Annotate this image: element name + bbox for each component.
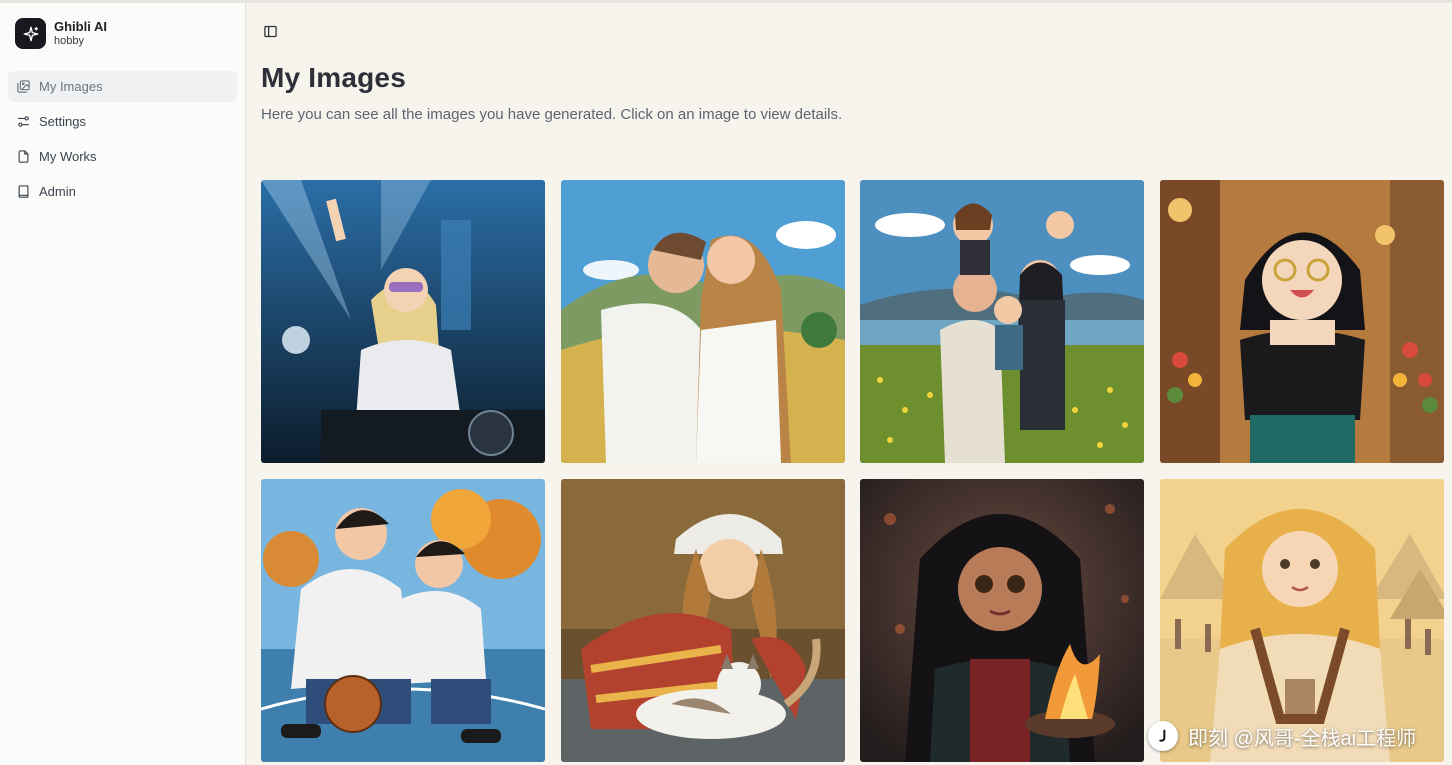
dj-image (261, 180, 545, 463)
panel-left-icon (264, 25, 277, 38)
watermark-text: 即刻 @风哥-全栈ai工程师 (1188, 727, 1417, 750)
glasses-girl-image (1159, 180, 1444, 463)
sidebar-item-label: Admin (39, 184, 76, 199)
sidebar-item-my-works[interactable]: My Works (8, 141, 237, 172)
jike-logo-icon (1148, 721, 1178, 751)
brand[interactable]: Ghibli AI hobby (15, 18, 107, 49)
watermark: 即刻 @风哥-全栈ai工程师 (1148, 721, 1416, 751)
sidebar: Ghibli AI hobby My Images Settings My Wo… (0, 3, 246, 765)
sidebar-item-settings[interactable]: Settings (8, 106, 237, 137)
image-grid (261, 180, 1444, 762)
image-card-family[interactable] (860, 180, 1144, 463)
page-title: My Images (261, 62, 406, 93)
sidebar-item-label: Settings (39, 114, 86, 129)
image-card-dj[interactable] (261, 180, 545, 463)
image-card-fire-girl[interactable] (860, 479, 1144, 762)
image-card-basketball-boys[interactable] (261, 479, 545, 762)
image-card-glasses-girl[interactable] (1159, 180, 1444, 463)
sidebar-toggle-button[interactable] (262, 23, 279, 40)
app-name: Ghibli AI (54, 19, 107, 34)
page-subtitle: Here you can see all the images you have… (261, 106, 843, 123)
sidebar-item-label: My Works (39, 149, 97, 164)
main-content: My Images Here you can see all the image… (246, 3, 1452, 765)
image-card-market-girl[interactable] (1159, 479, 1444, 762)
app-plan: hobby (54, 35, 84, 47)
image-card-couple[interactable] (560, 180, 845, 463)
sparkle-logo-icon (15, 18, 46, 49)
sidebar-item-label: My Images (39, 79, 103, 94)
cat-girl-image (560, 479, 845, 762)
family-image (860, 180, 1144, 463)
couple-image (560, 180, 845, 463)
fire-girl-image (860, 479, 1144, 762)
sliders-icon (17, 116, 30, 127)
images-icon (17, 80, 30, 93)
file-icon (18, 150, 29, 163)
sidebar-nav: My Images Settings My Works Admin (8, 71, 237, 211)
basketball-boys-image (261, 479, 545, 762)
market-girl-image (1159, 479, 1444, 762)
sidebar-item-my-images[interactable]: My Images (8, 71, 237, 102)
sidebar-item-admin[interactable]: Admin (8, 176, 237, 207)
image-card-cat-girl[interactable] (560, 479, 845, 762)
book-icon (18, 185, 29, 198)
